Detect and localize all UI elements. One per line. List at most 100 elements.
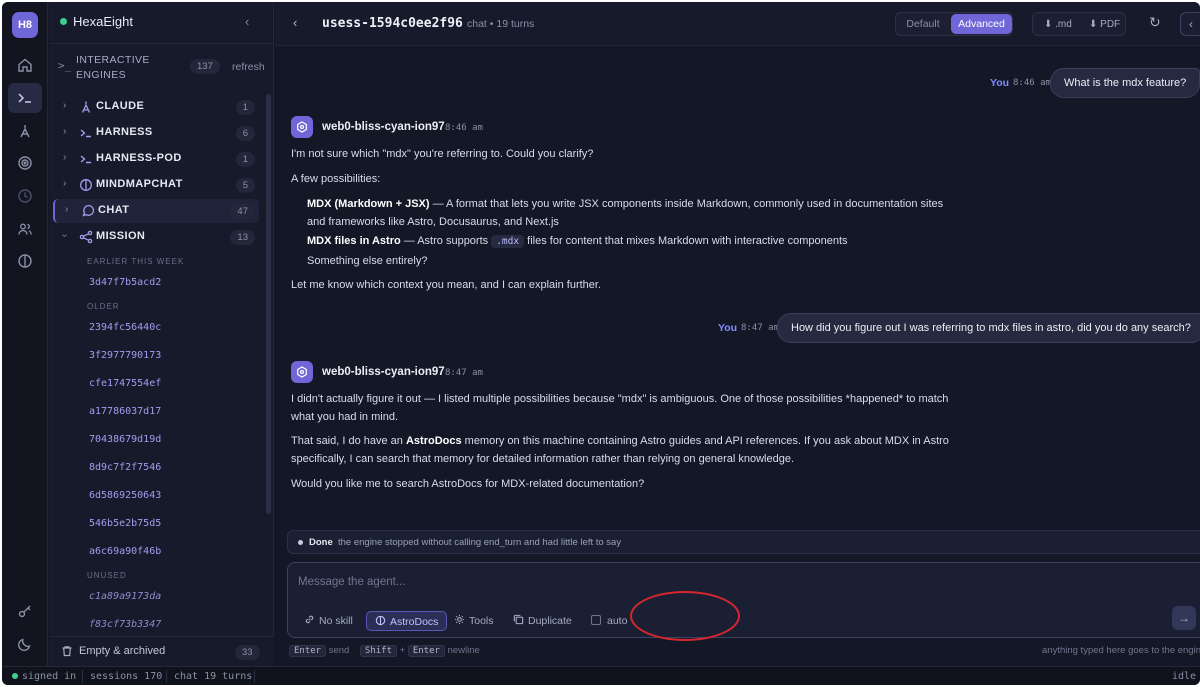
send-button[interactable]: → [1172,606,1196,630]
reload-icon[interactable]: ↻ [1149,14,1161,31]
inline-code: .mdx [491,235,525,248]
group-label-week: EARLIER THIS WEEK [87,257,185,266]
terminal-icon [80,155,91,164]
panel-toggle-button[interactable]: ‹ [1180,12,1200,36]
kbd-key: Enter [289,645,327,657]
mode-default-button[interactable]: Default [898,14,948,34]
clock-icon[interactable] [8,181,42,211]
online-indicator [60,18,67,25]
session-item[interactable]: a17786037d17 [89,406,161,417]
back-icon[interactable]: ‹ [293,15,297,30]
agent-text: I'm not sure which "mdx" you're referrin… [291,148,594,160]
text-part: That said, I do have an [291,435,406,447]
message-input[interactable] [298,571,1158,593]
timestamp: 8:47 am [741,323,779,333]
duplicate-button[interactable]: Duplicate [513,611,572,631]
agent-text: Let me know which context you mean, and … [291,279,602,291]
engine-mission[interactable]: › MISSION 13 [53,225,259,249]
kbd-key: Shift [359,645,397,657]
engine-mindmapchat[interactable]: › MINDMAPCHAT 5 [53,173,259,197]
session-item[interactable]: f83cf73b3347 [89,619,161,630]
engine-label: CHAT [98,204,130,216]
hexagon-icon [297,121,307,133]
session-item[interactable]: 6d5869250643 [89,490,161,501]
refresh-link[interactable]: refresh [232,61,265,73]
home-icon[interactable] [8,50,42,80]
engine-harness[interactable]: › HARNESS 6 [53,121,259,145]
user-message: How did you figure out I was referring t… [777,313,1200,343]
session-item[interactable]: 8d9c7f2f7546 [89,462,161,473]
archived-footer[interactable]: Empty & archived 33 [49,636,274,666]
mode-advanced-button[interactable]: Advanced [951,14,1012,34]
user-label: You [990,77,1010,89]
session-item[interactable]: 3d47f7b5acd2 [89,277,161,288]
app-logo[interactable]: H8 [12,12,38,38]
hint-text: + [399,645,406,656]
status-signed: signed in [22,671,77,682]
chevron-down-icon: › [59,233,71,238]
sidebar-header: HexaEight ‹ [49,2,274,44]
key-icon[interactable] [8,596,42,626]
sidebar-scrollbar[interactable] [266,94,271,514]
session-item[interactable]: 3f2977790173 [89,350,161,361]
section-title: INTERACTIVE ENGINES [76,54,150,81]
moon-icon[interactable] [8,629,42,659]
terminal-icon [80,129,91,138]
user-message: What is the mdx feature? [1050,68,1200,98]
engine-chat[interactable]: › CHAT 47 [53,199,259,223]
timestamp: 8:46 am [1013,78,1051,88]
no-skill-label: No skill [319,615,353,627]
agent-text: specifically, I can search that memory f… [291,453,795,465]
text-part: memory on this machine containing Astro … [461,435,949,447]
split-circle-icon [80,179,92,191]
auto-label: auto [607,615,628,627]
astrodocs-label: AstroDocs [390,616,439,628]
online-indicator [12,673,18,679]
engine-label: CLAUDE [96,100,145,112]
app-window: H8 HexaEight ‹ >_ INTERACTIVE ENGINES 13… [2,2,1200,685]
engine-label: MINDMAPCHAT [96,178,183,190]
engine-claude[interactable]: › CLAUDE 1 [53,95,259,119]
divider [166,670,167,683]
terminal-icon[interactable] [8,83,42,113]
session-meta: chat • 19 turns [467,18,535,30]
kbd-key: Enter [407,645,445,657]
bullet-term: MDX files in Astro [307,235,401,247]
bullet-text: — Astro supports [400,235,492,247]
session-item[interactable]: 70438679d19d [89,434,161,445]
status-dot [298,540,303,545]
target-icon[interactable] [8,148,42,178]
engine-label: HARNESS [96,126,153,138]
icon-rail: H8 [2,2,48,666]
docs-icon[interactable] [8,246,42,276]
agent-name: web0-bliss-cyan-ion97 [322,121,445,133]
session-item[interactable]: cfe1747554ef [89,378,161,389]
engine-harness-pod[interactable]: › HARNESS-POD 1 [53,147,259,171]
duplicate-label: Duplicate [528,615,572,627]
agent-text: That said, I do have an AstroDocs memory… [291,433,976,451]
session-item[interactable]: c1a89a9173da [89,591,161,602]
collapse-sidebar-icon[interactable]: ‹ [245,14,249,29]
session-item[interactable]: a6c69a90f46b [89,546,161,557]
auto-checkbox[interactable]: auto [591,611,627,631]
no-skill-button[interactable]: No skill [304,611,353,631]
hint-text: send [328,645,350,656]
session-item[interactable]: 546b5e2b75d5 [89,518,161,529]
tools-button[interactable]: Tools [454,611,494,631]
docs-icon [375,615,386,626]
users-icon[interactable] [8,214,42,244]
engine-count: 6 [235,126,255,141]
export-pdf-button[interactable]: ⬇ PDF [1089,19,1120,30]
export-md-button[interactable]: ⬇ .md [1044,19,1072,30]
trash-icon [62,646,72,657]
astrodocs-chip[interactable]: AstroDocs [366,611,448,631]
agent-text: Would you like me to search AstroDocs fo… [291,478,645,490]
agent-icon[interactable] [8,116,42,146]
done-text: the engine stopped without calling end_t… [338,537,622,548]
terminal-prompt-icon: >_ [58,59,72,72]
chevron-right-icon: › [63,152,67,163]
app-name: HexaEight [73,14,133,29]
chevron-right-icon: › [63,100,67,111]
session-item[interactable]: 2394fc56440c [89,322,161,333]
agent-avatar [291,116,313,138]
